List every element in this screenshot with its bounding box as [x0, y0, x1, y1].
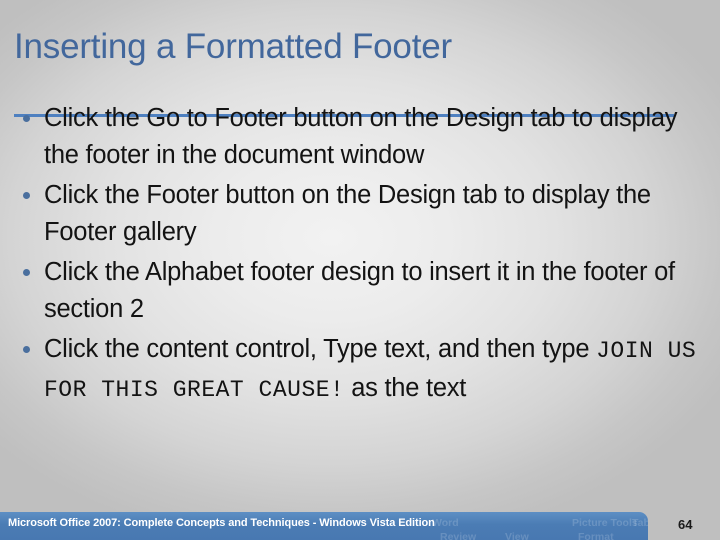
list-item-text: Click the Alphabet footer design to inse… [44, 258, 675, 323]
bullet-dot-icon [23, 115, 30, 122]
slide-canvas: Inserting a Formatted Footer Click the G… [0, 0, 720, 540]
ghost-label-picture-tools: Picture Tools [572, 517, 638, 529]
ghost-label-review: Review [440, 531, 477, 540]
list-item-text: Click the Footer button on the Design ta… [44, 181, 651, 246]
footer-credit-text: Microsoft Office 2007: Complete Concepts… [8, 517, 435, 529]
list-item: Click the Footer button on the Design ta… [10, 177, 710, 251]
footer-bar: Microsoft Office 2007: Complete Concepts… [0, 512, 648, 540]
list-item: Click the Go to Footer button on the Des… [10, 100, 710, 174]
list-item: Click the Alphabet footer design to inse… [10, 254, 710, 328]
list-item-text: Click the Go to Footer button on the Des… [44, 104, 678, 169]
page-number: 64 [678, 517, 693, 532]
list-item-text-lead: Click the content control, Type text, an… [44, 335, 597, 363]
bullet-dot-icon [23, 192, 30, 199]
bullet-list: Click the Go to Footer button on the Des… [10, 100, 710, 409]
title-block: Inserting a Formatted Footer [14, 26, 704, 117]
page-title: Inserting a Formatted Footer [14, 27, 452, 66]
ghost-label-view: View [505, 531, 529, 540]
list-item-text-tail: as the text [344, 374, 467, 402]
body-content: Click the Go to Footer button on the Des… [10, 100, 710, 412]
ghost-label-tab: Tab [632, 517, 648, 529]
bullet-dot-icon [23, 269, 30, 276]
ghost-label-format: Format [578, 531, 614, 540]
list-item: Click the content control, Type text, an… [10, 331, 710, 409]
bullet-dot-icon [23, 346, 30, 353]
ghost-label-word: Word [432, 517, 459, 529]
